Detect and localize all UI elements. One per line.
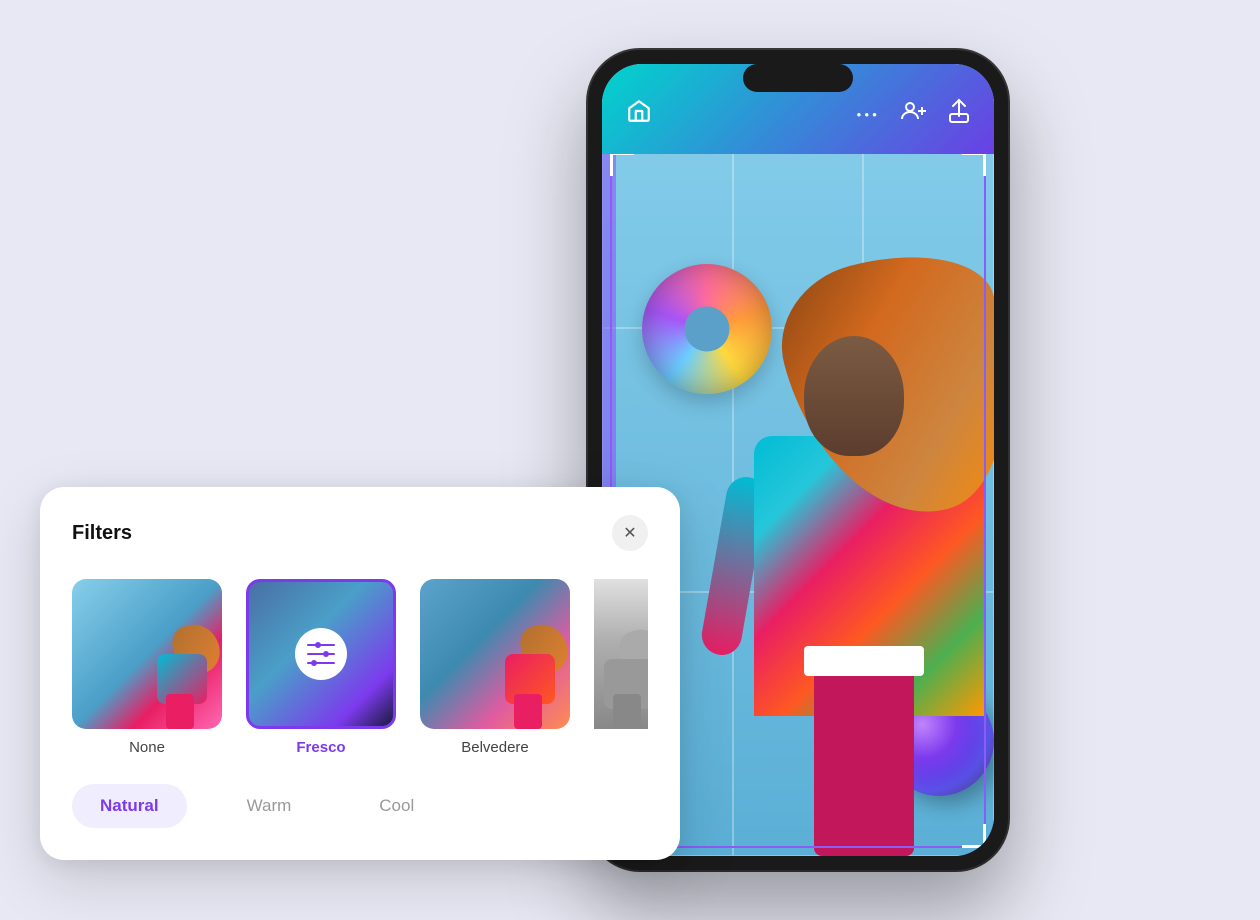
filter-item-none[interactable]: None <box>72 579 222 756</box>
phone-notch <box>743 64 853 92</box>
filter-thumbnails-row: None Fresco <box>72 579 648 756</box>
tone-row: Natural Warm Cool <box>72 784 648 828</box>
slider-line-2 <box>307 653 335 655</box>
filters-header: Filters ✕ <box>72 515 648 551</box>
filters-panel: Filters ✕ None <box>40 487 680 860</box>
filter-thumb-none <box>72 579 222 729</box>
filter-thumb-belvedere <box>420 579 570 729</box>
filter-label-fresco: Fresco <box>296 739 345 756</box>
close-button[interactable]: ✕ <box>612 515 648 551</box>
filter-item-fresco[interactable]: Fresco <box>246 579 396 756</box>
topbar-actions: ●●● <box>857 98 971 130</box>
home-icon[interactable] <box>626 98 652 130</box>
more-icon[interactable]: ●●● <box>857 110 881 119</box>
filter-settings-icon-container <box>295 628 347 680</box>
tone-cool-button[interactable]: Cool <box>351 784 442 828</box>
sliders-icon <box>307 644 335 664</box>
add-contact-icon[interactable] <box>900 99 928 129</box>
filters-title: Filters <box>72 522 132 545</box>
filter-item-belvedere[interactable]: Belvedere <box>420 579 570 756</box>
filter-item-fourth[interactable] <box>594 579 648 756</box>
tone-warm-button[interactable]: Warm <box>219 784 320 828</box>
filter-thumb-fresco <box>246 579 396 729</box>
share-icon[interactable] <box>948 98 970 130</box>
filter-thumb-fourth <box>594 579 648 729</box>
slider-line-3 <box>307 662 335 664</box>
filter-label-none: None <box>129 739 165 756</box>
filter-label-belvedere: Belvedere <box>461 739 529 756</box>
slider-line-1 <box>307 644 335 646</box>
tone-natural-button[interactable]: Natural <box>72 784 187 828</box>
